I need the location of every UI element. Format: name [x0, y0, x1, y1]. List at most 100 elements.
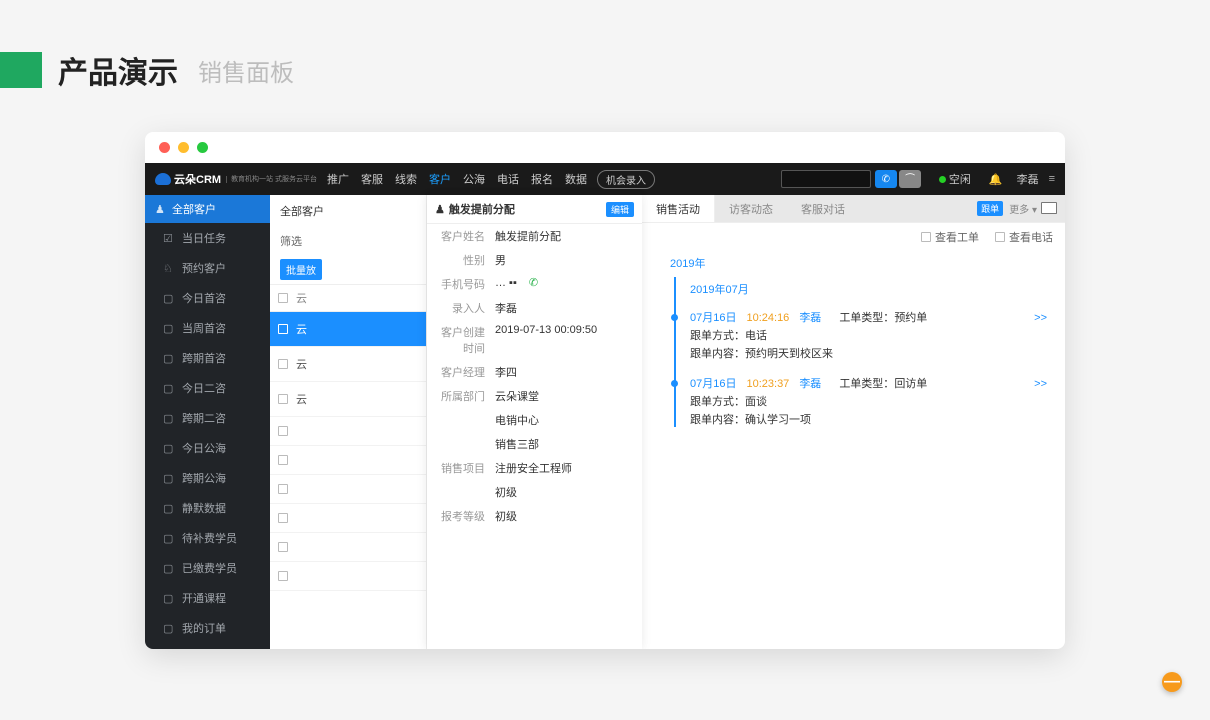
minus-icon: — [1164, 673, 1180, 691]
more-dropdown[interactable]: 更多 ▾ [1009, 201, 1037, 216]
follow-badge[interactable]: 跟单 [977, 201, 1003, 216]
bell-icon[interactable]: 🔔 [989, 173, 1003, 186]
nav-promo[interactable]: 推广 [327, 171, 349, 187]
phone-icon: ✆ [882, 174, 890, 185]
timeline-entry[interactable]: 07月16日 10:23:37 李磊 工单类型：回访单 >> 跟单方式：面谈 跟… [690, 375, 1047, 427]
table-row[interactable]: 云 [270, 382, 426, 417]
window-icon[interactable] [1043, 204, 1057, 214]
entry-expand[interactable]: >> [1034, 378, 1047, 390]
nav-data[interactable]: 数据 [565, 171, 587, 187]
select-all-checkbox[interactable] [278, 293, 288, 303]
check-icon: ☑ [163, 232, 174, 245]
row-checkbox[interactable] [278, 484, 288, 494]
row-checkbox[interactable] [278, 394, 288, 404]
nav-customers[interactable]: 客户 [429, 171, 451, 187]
filter-view-call[interactable]: 查看电话 [995, 229, 1053, 245]
call-button[interactable]: ✆ [875, 170, 897, 188]
doc-icon: ▢ [163, 412, 174, 425]
row-checkbox[interactable] [278, 359, 288, 369]
nav-pool[interactable]: 公海 [463, 171, 485, 187]
timeline-entry[interactable]: 07月16日 10:24:16 李磊 工单类型：预约单 >> 跟单方式：电话 跟… [690, 309, 1047, 361]
sidebar-header-label: 全部客户 [172, 201, 216, 217]
table-row[interactable]: 云 [270, 347, 426, 382]
row-checkbox[interactable] [278, 455, 288, 465]
field-label: 性别 [435, 252, 495, 268]
tab-sales-activity[interactable]: 销售活动 [642, 195, 715, 222]
entry-user: 李磊 [799, 375, 821, 391]
field-value: 云朵课堂 [495, 388, 634, 404]
entry-content: 跟单内容：确认学习一项 [690, 409, 1047, 427]
table-row[interactable] [270, 417, 426, 446]
customer-detail-panel: ♟ 触发提前分配 编辑 客户姓名触发提前分配 性别男 手机号码… ▪▪✆ 录入人… [427, 195, 642, 649]
sidebar-item-courses[interactable]: ▢开通课程 [145, 583, 270, 613]
list-title: 全部客户 [270, 195, 426, 227]
field-label: 手机号码 [435, 276, 495, 292]
sidebar-item-today-pool[interactable]: ▢今日公海 [145, 433, 270, 463]
sidebar-item-cross-second[interactable]: ▢跨期二咨 [145, 403, 270, 433]
status-text[interactable]: 空闲 [949, 171, 971, 187]
sidebar-item-week-first[interactable]: ▢当周首咨 [145, 313, 270, 343]
entry-content: 跟单内容：预约明天到校区来 [690, 343, 1047, 361]
menu-icon[interactable]: ≡ [1049, 173, 1055, 185]
entry-user: 李磊 [799, 309, 821, 325]
bulk-release-button[interactable]: 批量放 [280, 259, 322, 280]
minimize-dot[interactable] [178, 142, 189, 153]
phone-icon[interactable]: ✆ [529, 277, 538, 289]
sidebar-item-today-second[interactable]: ▢今日二咨 [145, 373, 270, 403]
table-row[interactable] [270, 475, 426, 504]
field-label [435, 412, 495, 428]
sidebar-item-pending-fee[interactable]: ▢待补费学员 [145, 523, 270, 553]
entry-expand[interactable]: >> [1034, 312, 1047, 324]
person-icon: ♟ [435, 203, 445, 216]
field-label [435, 436, 495, 452]
sidebar-item-cross-pool[interactable]: ▢跨期公海 [145, 463, 270, 493]
status-dot-icon [939, 176, 946, 183]
row-checkbox[interactable] [278, 513, 288, 523]
doc-icon: ▢ [163, 502, 174, 515]
sidebar-item-today-first[interactable]: ▢今日首咨 [145, 283, 270, 313]
nav-signup[interactable]: 报名 [531, 171, 553, 187]
customer-list: 全部客户 筛选 批量放 云 云 云 云 [270, 195, 427, 649]
field-value: … ▪▪✆ [495, 276, 634, 292]
entry-time: 10:23:37 [746, 378, 789, 390]
nav-leads[interactable]: 线索 [395, 171, 417, 187]
timeline-month: 2019年07月 [690, 277, 1047, 305]
fab-button[interactable]: — [1162, 672, 1182, 692]
tab-service-chat[interactable]: 客服对话 [787, 195, 859, 222]
filter-view-ticket[interactable]: 查看工单 [921, 229, 979, 245]
sidebar-header[interactable]: ♟ 全部客户 [145, 195, 270, 223]
sidebar-item-orders[interactable]: ▢我的订单 [145, 613, 270, 643]
table-row[interactable] [270, 562, 426, 591]
brand-sub: 教育机构一站 式服务云平台 [226, 176, 317, 183]
sidebar-item-today-task[interactable]: ☑当日任务 [145, 223, 270, 253]
table-row[interactable] [270, 533, 426, 562]
close-dot[interactable] [159, 142, 170, 153]
filter-label[interactable]: 筛选 [270, 227, 426, 255]
table-row[interactable] [270, 504, 426, 533]
brand: 云朵CRM 教育机构一站 式服务云平台 [155, 171, 317, 187]
field-value: 李磊 [495, 300, 634, 316]
maximize-dot[interactable] [197, 142, 208, 153]
user-name[interactable]: 李磊 [1017, 171, 1039, 187]
sidebar-item-cross-first[interactable]: ▢跨期首咨 [145, 343, 270, 373]
dial-input[interactable] [781, 170, 871, 188]
field-label: 客户经理 [435, 364, 495, 380]
row-checkbox[interactable] [278, 426, 288, 436]
edit-button[interactable]: 编辑 [606, 202, 634, 217]
tab-visitor[interactable]: 访客动态 [715, 195, 787, 222]
hangup-button[interactable]: ⏜ [899, 170, 921, 188]
sidebar-item-appointments[interactable]: ♘预约客户 [145, 253, 270, 283]
row-checkbox[interactable] [278, 571, 288, 581]
table-row[interactable]: 云 [270, 312, 426, 347]
table-row[interactable] [270, 446, 426, 475]
sidebar-item-silent[interactable]: ▢静默数据 [145, 493, 270, 523]
brand-text: 云朵CRM [174, 171, 221, 187]
row-checkbox[interactable] [278, 542, 288, 552]
nav-service[interactable]: 客服 [361, 171, 383, 187]
row-checkbox[interactable] [278, 324, 288, 334]
opportunity-button[interactable]: 机会录入 [597, 170, 655, 189]
page-title: 产品演示 [58, 48, 178, 92]
sidebar-item-paid[interactable]: ▢已缴费学员 [145, 553, 270, 583]
user-icon: ♘ [163, 262, 174, 275]
nav-phone[interactable]: 电话 [497, 171, 519, 187]
